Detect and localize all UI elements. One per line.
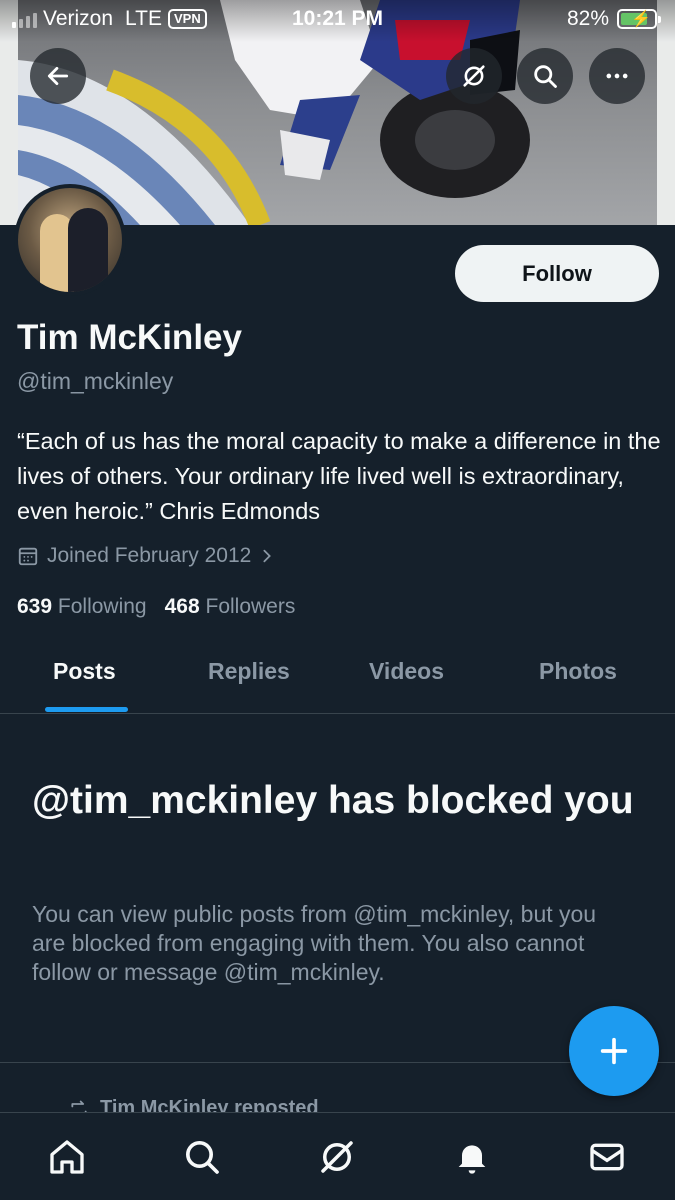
search-button[interactable] xyxy=(517,48,573,104)
following-label: Following xyxy=(57,595,147,618)
profile-handle: @tim_mckinley xyxy=(17,368,174,394)
followers-count: 468 xyxy=(164,595,200,618)
more-horizontal-icon xyxy=(606,73,628,79)
following-link[interactable]: 639 Following xyxy=(17,595,147,619)
grok-icon xyxy=(321,1141,353,1173)
nav-grok[interactable] xyxy=(315,1135,359,1179)
blocked-title: @tim_mckinley has blocked you xyxy=(32,779,634,822)
calendar-icon xyxy=(18,547,38,566)
profile-name: Tim McKinley xyxy=(17,318,242,357)
grok-button[interactable] xyxy=(446,48,502,104)
plus-icon xyxy=(600,1037,628,1065)
tab-replies[interactable]: Replies xyxy=(208,658,290,685)
follow-stats: 639 Following 468 Followers xyxy=(17,595,295,619)
bell-icon xyxy=(458,1145,486,1174)
mail-icon xyxy=(590,1143,624,1171)
profile-bio: “Each of us has the moral capacity to ma… xyxy=(17,428,661,524)
status-bar: Verizon LTE VPN 10:21 PM 82% ⚡ xyxy=(0,0,675,40)
profile-avatar[interactable] xyxy=(14,184,126,296)
joined-date[interactable]: Joined February 2012 xyxy=(17,544,275,568)
grok-icon xyxy=(463,65,485,87)
battery-icon: ⚡ xyxy=(617,9,661,29)
profile-tabs: Posts Replies Videos Photos xyxy=(0,640,675,714)
nav-messages[interactable] xyxy=(585,1135,629,1179)
battery-percent: 82% xyxy=(566,7,609,30)
tab-posts[interactable]: Posts xyxy=(53,658,116,685)
arrow-left-icon xyxy=(47,67,69,85)
tab-photos[interactable]: Photos xyxy=(539,658,617,685)
followers-link[interactable]: 468 Followers xyxy=(165,595,296,619)
home-icon xyxy=(50,1140,84,1174)
nav-home[interactable] xyxy=(45,1135,89,1179)
blocked-message: You can view public posts from @tim_mcki… xyxy=(32,901,597,985)
search-icon xyxy=(534,65,557,88)
active-tab-indicator xyxy=(45,707,128,712)
nav-search[interactable] xyxy=(180,1135,224,1179)
compose-button[interactable] xyxy=(569,1006,659,1096)
search-icon xyxy=(186,1141,219,1174)
status-right: 82% ⚡ xyxy=(566,7,661,31)
nav-notifications[interactable] xyxy=(450,1135,494,1179)
tab-videos[interactable]: Videos xyxy=(369,658,444,685)
following-count: 639 xyxy=(17,595,53,618)
chevron-right-icon xyxy=(263,549,272,563)
back-button[interactable] xyxy=(30,48,86,104)
more-button[interactable] xyxy=(589,48,645,104)
follow-button[interactable]: Follow xyxy=(455,245,659,302)
joined-label: Joined February 2012 xyxy=(47,544,252,567)
bottom-nav xyxy=(0,1112,675,1200)
followers-label: Followers xyxy=(205,595,296,618)
